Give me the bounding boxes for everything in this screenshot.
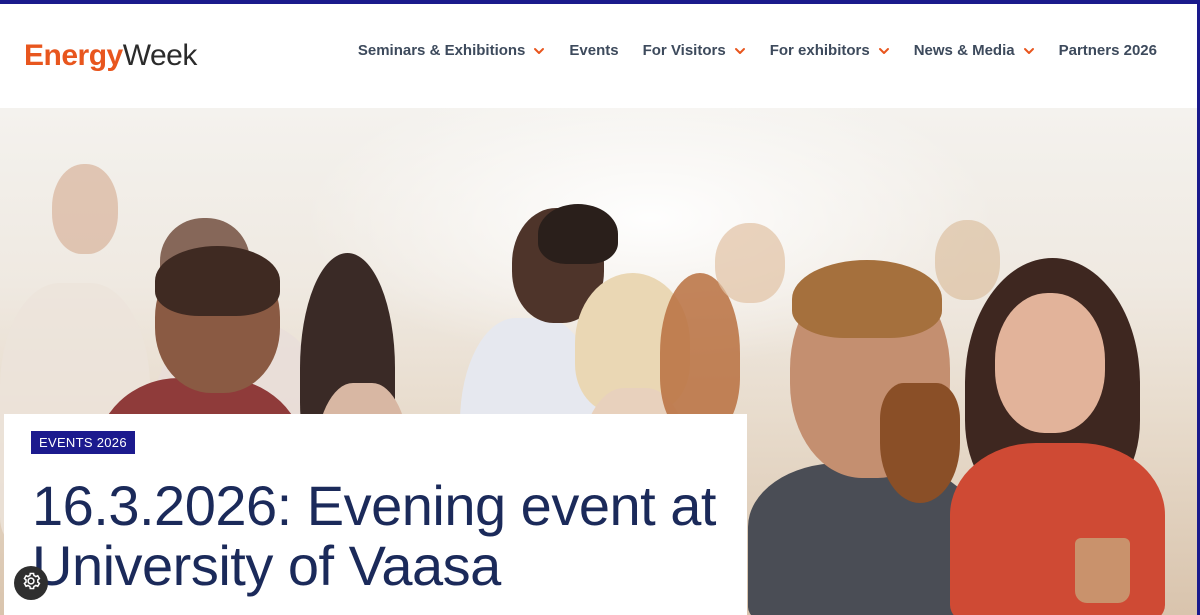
- nav-item-label: Partners 2026: [1058, 42, 1157, 59]
- chevron-down-icon[interactable]: [734, 45, 746, 57]
- chevron-down-icon[interactable]: [533, 45, 545, 57]
- nav-item-for-exhibitors[interactable]: For exhibitors: [770, 42, 890, 59]
- chevron-down-icon[interactable]: [878, 45, 890, 57]
- nav-item-partners-2026[interactable]: Partners 2026: [1059, 42, 1157, 59]
- nav-item-label: For Visitors: [642, 42, 726, 59]
- site-header: EnergyWeek Seminars & Exhibitions Events…: [0, 4, 1197, 108]
- category-badge[interactable]: EVENTS 2026: [31, 431, 135, 454]
- nav-item-news-media[interactable]: News & Media: [914, 42, 1035, 59]
- logo-part-energy: Energy: [24, 39, 123, 72]
- nav-item-label: News & Media: [913, 42, 1015, 59]
- nav-item-for-visitors[interactable]: For Visitors: [643, 42, 746, 59]
- nav-item-label: Events: [569, 42, 619, 59]
- nav-item-seminars-exhibitions[interactable]: Seminars & Exhibitions: [358, 42, 546, 59]
- nav-item-label: Seminars & Exhibitions: [357, 42, 526, 59]
- chevron-down-icon[interactable]: [1023, 45, 1035, 57]
- cookie-settings-button[interactable]: [14, 566, 48, 600]
- page-title: 16.3.2026: Evening event at University o…: [32, 474, 716, 597]
- main-nav: Seminars & Exhibitions Events For Visito…: [334, 42, 1157, 59]
- hero-title-card: EVENTS 2026 16.3.2026: Evening event at …: [4, 414, 747, 615]
- gear-icon: [21, 571, 41, 596]
- energyweek-logo[interactable]: EnergyWeek: [24, 38, 197, 74]
- nav-item-events[interactable]: Events: [569, 42, 618, 59]
- logo-part-week: Week: [122, 39, 198, 72]
- nav-item-label: For exhibitors: [769, 42, 870, 59]
